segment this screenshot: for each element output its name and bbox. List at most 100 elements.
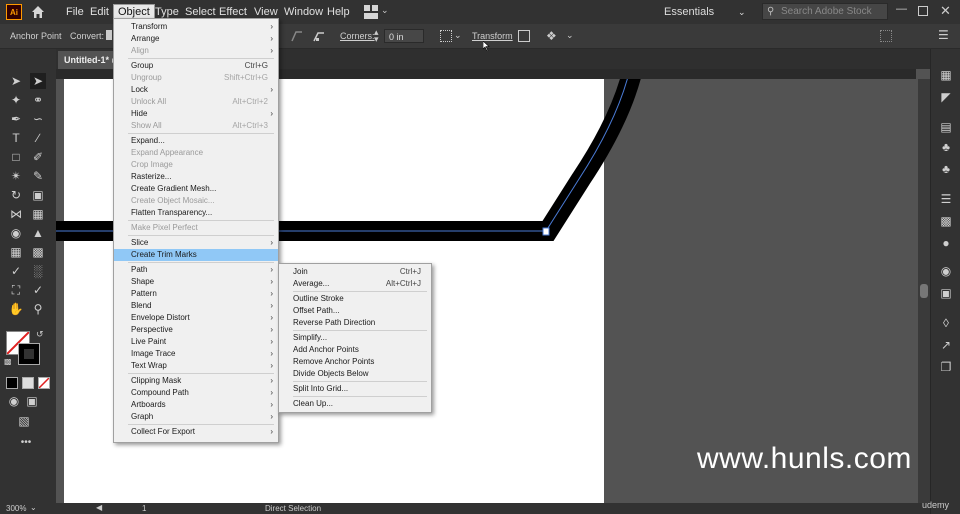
vertical-scrollbar[interactable] [918, 79, 930, 503]
menu-item-artboards[interactable]: Artboards › [114, 399, 278, 411]
gradient-tool-icon[interactable]: ▩ [30, 244, 46, 260]
export-icon[interactable]: ↗ [938, 337, 954, 353]
stroke-swatch[interactable] [18, 343, 40, 365]
menu-item-add-anchor-points[interactable]: Add Anchor Points [279, 344, 431, 356]
menu-item-average[interactable]: Average... Alt+Ctrl+J [279, 278, 431, 290]
menu-item-transform[interactable]: Transform › [114, 21, 278, 33]
chevron-down-icon[interactable]: ⌄ [30, 503, 37, 512]
isolate-selection-icon[interactable] [518, 30, 530, 42]
menu-window[interactable]: Window [280, 4, 327, 20]
prev-artboard-icon[interactable]: ◀ [96, 503, 102, 512]
eyedropper-tool-icon[interactable]: ✓ [8, 263, 24, 279]
menu-item-live-paint[interactable]: Live Paint › [114, 336, 278, 348]
menu-item-hide[interactable]: Hide › [114, 108, 278, 120]
draw-mode-icon[interactable]: ◉ [6, 393, 22, 409]
more-tools-icon[interactable]: ••• [18, 435, 34, 451]
menu-item-outline-stroke[interactable]: Outline Stroke [279, 293, 431, 305]
cut-path-icon[interactable] [290, 29, 304, 43]
rotate-tool-icon[interactable]: ↻ [8, 187, 24, 203]
chevron-down-icon[interactable]: ⌄ [381, 5, 389, 16]
menu-item-arrange[interactable]: Arrange › [114, 33, 278, 45]
corners-stepper-icon[interactable]: ▴ ▾ [374, 28, 379, 44]
menu-item-collect-for-export[interactable]: Collect For Export › [114, 426, 278, 438]
maximize-button[interactable] [918, 6, 928, 16]
mesh-tool-icon[interactable]: ▦ [8, 244, 24, 260]
menu-item-image-trace[interactable]: Image Trace › [114, 348, 278, 360]
minimize-button[interactable]: — [896, 3, 908, 15]
curvature-tool-icon[interactable]: ∽ [30, 111, 46, 127]
menu-item-slice[interactable]: Slice › [114, 237, 278, 249]
gradient-mode-icon[interactable] [22, 377, 34, 389]
corners-label[interactable]: Corners: [340, 31, 375, 41]
gradient-panel-icon[interactable]: ▩ [938, 213, 954, 229]
clubs-icon[interactable]: ♣ [938, 161, 954, 177]
draw-inside-icon[interactable]: ▣ [24, 393, 40, 409]
menu-item-envelope-distort[interactable]: Envelope Distort › [114, 312, 278, 324]
graphic-styles-icon[interactable]: ▣ [938, 285, 954, 301]
type-tool-icon[interactable]: T [8, 130, 24, 146]
menu-item-expand[interactable]: Expand... [114, 135, 278, 147]
menu-item-group[interactable]: Group Ctrl+G [114, 60, 278, 72]
menu-item-blend[interactable]: Blend › [114, 300, 278, 312]
line-tool-icon[interactable]: ∕ [30, 130, 46, 146]
layers-panel-icon[interactable]: ◤ [938, 89, 954, 105]
perspective-grid-tool-icon[interactable]: ▲ [30, 225, 46, 241]
graph-tool-icon[interactable]: ░ [30, 263, 46, 279]
menu-item-graph[interactable]: Graph › [114, 411, 278, 423]
zoom-tool-icon[interactable]: ⚲ [30, 301, 46, 317]
pen-tool-icon[interactable]: ✒ [8, 111, 24, 127]
shaper-tool-icon[interactable]: ✴ [8, 168, 24, 184]
slice-tool-icon[interactable]: ✓ [30, 282, 46, 298]
align-grid-icon[interactable] [440, 30, 452, 42]
workspace-switcher[interactable]: Essentials Classic ⌄ [660, 3, 750, 36]
transform-link[interactable]: Transform [472, 31, 513, 41]
corners-input[interactable]: 0 in [384, 29, 424, 43]
none-mode-icon[interactable] [38, 377, 50, 389]
selection-tool-icon[interactable]: ➤ [8, 73, 24, 89]
magic-wand-tool-icon[interactable]: ✦ [8, 92, 24, 108]
artboards-panel-icon[interactable]: ❐ [938, 359, 954, 375]
hand-tool-icon[interactable]: ✋ [8, 301, 24, 317]
appearance-icon[interactable]: ◉ [938, 263, 954, 279]
menu-item-divide-objects-below[interactable]: Divide Objects Below [279, 368, 431, 380]
close-button[interactable]: ✕ [940, 3, 951, 19]
artboard-tool-icon[interactable]: ⛶ [8, 282, 24, 298]
menu-item-rasterize[interactable]: Rasterize... [114, 171, 278, 183]
menu-item-compound-path[interactable]: Compound Path › [114, 387, 278, 399]
direct-selection-tool-icon[interactable]: ➤ [30, 73, 46, 89]
puppet-warp-icon[interactable]: ❖ [546, 29, 557, 43]
menu-item-create-gradient-mesh[interactable]: Create Gradient Mesh... [114, 183, 278, 195]
chevron-down-icon[interactable]: ⌄ [454, 30, 462, 41]
home-icon[interactable] [30, 4, 46, 20]
menu-file[interactable]: File [62, 4, 88, 20]
menu-item-perspective[interactable]: Perspective › [114, 324, 278, 336]
menu-item-clean-up[interactable]: Clean Up... [279, 398, 431, 410]
shape-builder-tool-icon[interactable]: ◉ [8, 225, 24, 241]
panel-options-icon[interactable]: ☰ [938, 28, 949, 42]
chevron-down-icon[interactable]: ⌄ [566, 30, 574, 41]
menu-edit[interactable]: Edit [86, 4, 113, 20]
menu-item-join[interactable]: Join Ctrl+J [279, 266, 431, 278]
menu-item-clipping-mask[interactable]: Clipping Mask › [114, 375, 278, 387]
paintbrush-tool-icon[interactable]: ✐ [30, 149, 46, 165]
menu-item-flatten-transparency[interactable]: Flatten Transparency... [114, 207, 278, 219]
menu-item-pattern[interactable]: Pattern › [114, 288, 278, 300]
free-transform-tool-icon[interactable]: ▦ [30, 206, 46, 222]
menu-item-remove-anchor-points[interactable]: Remove Anchor Points [279, 356, 431, 368]
screen-mode-icon[interactable]: ▧ [16, 413, 32, 429]
arrange-documents-icon[interactable] [364, 5, 378, 19]
artboard-number[interactable]: 1 [142, 504, 146, 513]
rectangle-tool-icon[interactable]: □ [8, 149, 24, 165]
menu-item-split-into-grid[interactable]: Split Into Grid... [279, 383, 431, 395]
layers-icon[interactable]: ◊ [938, 315, 954, 331]
lasso-tool-icon[interactable]: ⚭ [30, 92, 46, 108]
swap-fill-stroke-icon[interactable]: ↺ [36, 329, 44, 340]
menu-item-text-wrap[interactable]: Text Wrap › [114, 360, 278, 372]
transparency-icon[interactable]: ● [938, 235, 954, 251]
menu-item-lock[interactable]: Lock › [114, 84, 278, 96]
stock-search-input[interactable]: ⚲ Search Adobe Stock [762, 3, 888, 20]
menu-item-shape[interactable]: Shape › [114, 276, 278, 288]
default-colors-icon[interactable]: ▩ [4, 357, 12, 366]
menu-item-path[interactable]: Path › [114, 264, 278, 276]
zoom-level[interactable]: 300% [6, 504, 26, 513]
